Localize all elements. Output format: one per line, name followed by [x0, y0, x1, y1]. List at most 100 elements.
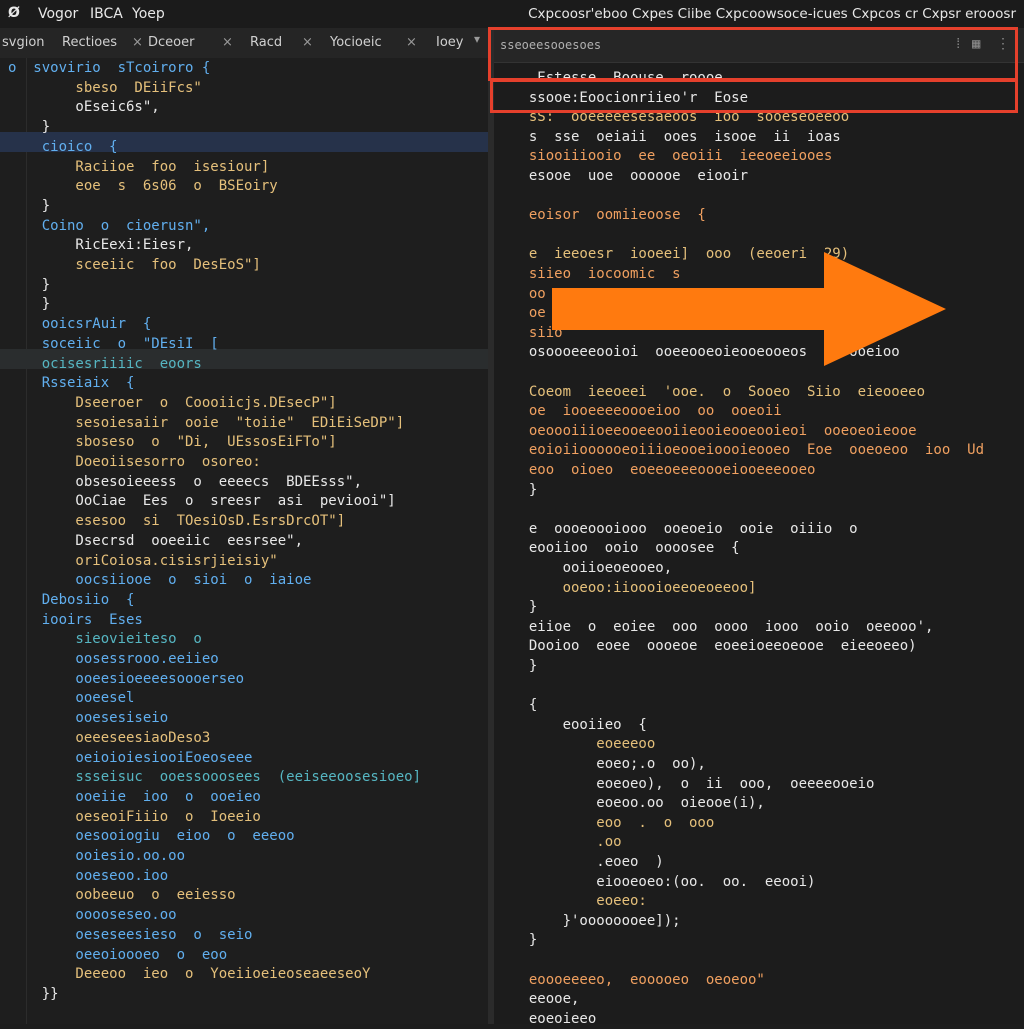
tab-2[interactable]: Rectioes — [62, 35, 117, 50]
code-line[interactable]: Dooioo eoee oooeoe eoeeioeeoeooe eieeoee… — [512, 636, 917, 656]
code-line[interactable]: o svovirio sTcoiroro { — [8, 58, 210, 78]
left-code-editor[interactable]: o svovirio sTcoiroro { sbeso DEiiFcs" oE… — [0, 58, 488, 1024]
code-line[interactable]: Dsecrsd ooeeiic eesrsee", — [8, 531, 303, 551]
code-line[interactable]: eoooeeeeo, eooooeo oeoeoo" — [512, 970, 765, 990]
code-line[interactable]: oeioioiesiooiEoeoseee — [8, 748, 252, 768]
tab-6[interactable]: Ioey — [436, 35, 463, 50]
tab-5[interactable]: Yocioeic — [330, 35, 382, 50]
code-line[interactable]: e oooeoooiooo ooeoeio ooie oiiio o — [512, 519, 858, 539]
code-line[interactable]: eoo . o ooo — [512, 813, 714, 833]
code-line[interactable]: sbeso DEiiFcs" — [8, 78, 201, 98]
code-line[interactable]: oriCoiosa.cisisrjieisiy" — [8, 551, 277, 571]
code-line[interactable]: { — [512, 695, 537, 715]
code-line[interactable]: ooooseseo.oo — [8, 905, 176, 925]
code-line[interactable]: eiooeoeo:(oo. oo. eeooi) — [512, 872, 815, 892]
code-line[interactable]: oeeeseesiaoDeso3 — [8, 728, 210, 748]
code-line[interactable]: eooiieo { — [512, 715, 647, 735]
code-line[interactable]: eoe s 6s06 o BSEoiry — [8, 176, 277, 196]
code-line[interactable]: ocisesriiiic eoors — [8, 354, 202, 374]
code-line[interactable]: eoeo;.o oo), — [512, 754, 706, 774]
code-line[interactable]: eoeoieeo — [512, 1009, 596, 1029]
code-line[interactable]: } — [8, 275, 50, 295]
tab-4[interactable]: Racd — [250, 35, 282, 50]
code-line[interactable]: eoioiioooooeoiiioeooeioooieooeo Eoe ooeo… — [512, 440, 984, 460]
code-line[interactable]: sboseso o "Di, UEssosEiFTo"] — [8, 432, 336, 452]
tab-3-close-icon[interactable]: × — [222, 35, 233, 50]
code-line[interactable]: } — [512, 930, 537, 950]
code-line[interactable]: ooeesel — [8, 688, 134, 708]
code-line[interactable]: RicEexi:Eiesr, — [8, 235, 193, 255]
code-line[interactable]: eoisor oomiieoose { — [512, 205, 706, 225]
code-line[interactable]: oo — [512, 284, 546, 304]
code-line[interactable]: oe iooeeeeoooeioo oo ooeoii — [512, 401, 782, 421]
code-line[interactable]: ooiioeoeooeo, — [512, 558, 673, 578]
code-line[interactable]: eoeeeoo — [512, 734, 655, 754]
menu-item-2[interactable]: IBCA — [90, 6, 123, 22]
code-line[interactable]: ooesesiseio — [8, 708, 168, 728]
code-line[interactable]: .eoeo ) — [512, 852, 663, 872]
code-line[interactable]: eiioe o eoiee ooo oooo iooo ooio oeeooo'… — [512, 617, 934, 637]
code-line[interactable]: cioico { — [8, 137, 118, 157]
code-line[interactable]: oeseseesieso o seio — [8, 925, 252, 945]
menu-item-1[interactable]: Vogor — [38, 6, 78, 22]
code-line[interactable]: } — [512, 480, 537, 500]
code-line[interactable]: .oo — [512, 832, 621, 852]
tab-5-close-icon[interactable]: × — [406, 35, 417, 50]
code-line[interactable]: Debosiio { — [8, 590, 135, 610]
code-line[interactable]: soceiic o "DEsiI [ — [8, 334, 219, 354]
code-line[interactable]: ssseisuc ooessooosees (eeiseeoosesioeo] — [8, 767, 421, 787]
code-line[interactable]: ooeiie ioo o ooeieo — [8, 787, 260, 807]
code-line[interactable]: ooeesioeeeesoooerseo — [8, 669, 244, 689]
menu-item-3[interactable]: Yoep — [132, 6, 165, 22]
code-line[interactable]: OoCiae Ees o sreesr asi peviooi"] — [8, 491, 395, 511]
code-line[interactable]: Deeeoo ieo o YoeiioeieoseaeeseoY — [8, 964, 370, 984]
code-line[interactable]: sesoiesaiir ooie "toiie" EDiEiSeDP"] — [8, 413, 404, 433]
code-line[interactable]: oobeeuo o eeiesso — [8, 885, 235, 905]
code-line[interactable]: oocsiiooe o sioi o iaioe — [8, 570, 311, 590]
code-line[interactable]: eeooe, — [512, 989, 580, 1009]
code-line[interactable]: Coino o cioerusn", — [8, 216, 211, 236]
tab-3[interactable]: Dceoer — [148, 35, 194, 50]
tab-4-close-icon[interactable]: × — [302, 35, 313, 50]
code-line[interactable]: } — [512, 597, 537, 617]
code-line[interactable]: s sse oeiaii ooes isooe ii ioas — [512, 127, 841, 147]
code-line[interactable]: } — [512, 656, 537, 676]
code-line[interactable]: oe — [512, 303, 546, 323]
code-line[interactable]: ooicsrAuir { — [8, 314, 152, 334]
code-line[interactable]: iooirs Eses — [8, 610, 143, 630]
pin-icon[interactable]: ▾ — [474, 32, 480, 46]
tab-1[interactable]: svgion — [2, 35, 45, 50]
code-line[interactable]: oeoooiiioeeooeeooiieooieooeooieoi ooeoeo… — [512, 421, 917, 441]
code-line[interactable]: } — [8, 294, 50, 314]
code-line[interactable]: sceeiic foo DesEoS"] — [8, 255, 260, 275]
code-line[interactable]: oesooiogiu eioo o eeeoo — [8, 826, 294, 846]
tab-2-close-icon[interactable]: × — [132, 35, 143, 50]
code-line[interactable]: eoeoeo), o ii ooo, oeeeeooeio — [512, 774, 874, 794]
code-line[interactable]: eoeoo.oo oieooe(i), — [512, 793, 765, 813]
code-line[interactable]: oosessrooo.eeiieo — [8, 649, 218, 669]
code-line[interactable]: eooiioo ooio oooosee { — [512, 538, 740, 558]
code-line[interactable]: ooeoo:iioooioeeoeoeeoo] — [512, 578, 757, 598]
code-line[interactable]: }'oooooooee]); — [512, 911, 681, 931]
code-line[interactable]: obsesoieeess o eeeecs BDEEsss", — [8, 472, 362, 492]
code-line[interactable]: oeseoiFiiio o Ioeeio — [8, 807, 260, 827]
code-line[interactable]: ooeseoo.ioo — [8, 866, 168, 886]
code-line[interactable]: } — [8, 117, 50, 137]
code-line[interactable]: }} — [8, 984, 59, 1004]
code-line[interactable]: Dseeroer o Coooiicjs.DEsecP"] — [8, 393, 336, 413]
code-line[interactable]: eoeeo: — [512, 891, 647, 911]
code-line[interactable]: eoo oioeo eoeeoeeeoooeiooeeeooeo — [512, 460, 816, 480]
code-line[interactable]: Rsseiaix { — [8, 373, 135, 393]
code-line[interactable]: sieovieiteso o — [8, 629, 201, 649]
code-line[interactable]: oeeoioooeo o eoo — [8, 945, 227, 965]
code-line[interactable]: Doeoiisesorro osoreo: — [8, 452, 260, 472]
code-line[interactable]: Coeom ieeoeei 'ooe. o Sooeo Siio eieooee… — [512, 382, 925, 402]
code-line[interactable]: esesoo si TOesiOsD.EsrsDrcOT"] — [8, 511, 345, 531]
code-line[interactable]: esooe uoe oooooe eiooir — [512, 166, 748, 186]
code-line[interactable]: Raciioe foo isesiour] — [8, 157, 269, 177]
right-code-editor[interactable]: sseoeesooesoes ⁞ ▦ ⋮⋮ Estesse Boouse roo… — [494, 28, 1024, 1027]
code-line[interactable]: oEseic6s", — [8, 97, 159, 117]
code-line[interactable]: siooiiiooio ee oeoiii ieeoeeiooes — [512, 146, 832, 166]
code-line[interactable]: } — [8, 196, 50, 216]
code-line[interactable]: ooiesio.oo.oo — [8, 846, 185, 866]
